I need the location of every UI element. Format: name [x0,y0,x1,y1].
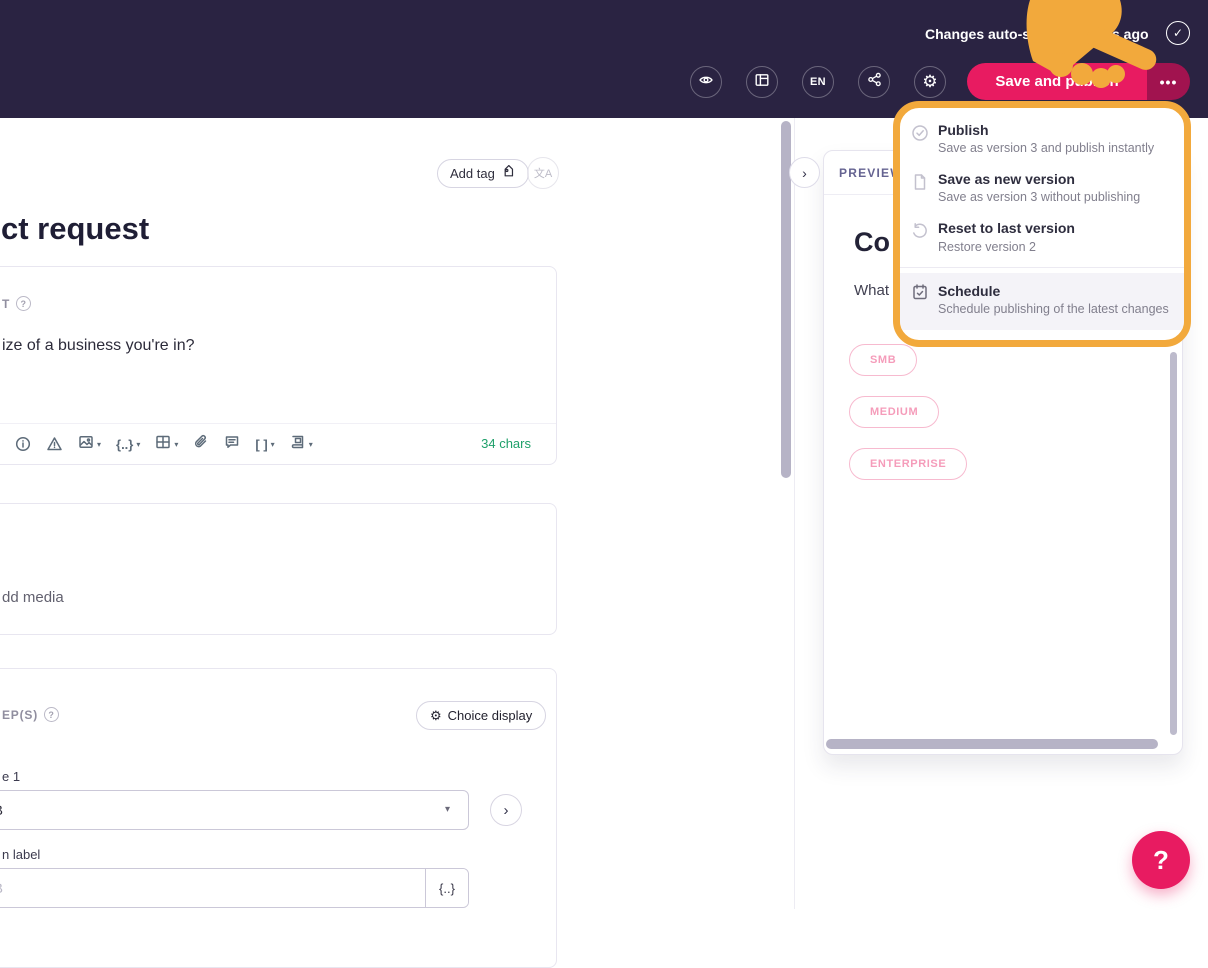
gear-icon: ⚙ [430,707,442,723]
menu-divider [900,266,1184,268]
menu-item-reset-to-last-version[interactable]: Reset to last version Restore version 2 [900,212,1184,261]
translate-icon: 文A [533,168,553,180]
recall-information-button[interactable]: [ ] ▾ [255,437,274,452]
menu-item-save-as-new-version[interactable]: Save as new version Save as version 3 wi… [900,163,1184,212]
image-insert-button[interactable]: ▾ [78,434,101,455]
recall-insert-button[interactable]: {..} [425,869,468,907]
language-button[interactable]: EN [802,66,834,98]
variables-button[interactable]: {..} ▾ [116,437,140,452]
attachment-button[interactable] [193,434,209,455]
media-card: dd media [0,503,557,635]
autosave-status-text: Changes auto-sav [925,26,1046,42]
table-insert-button[interactable]: ▾ [155,434,178,455]
character-count: 34 chars [481,436,531,451]
menu-item-publish[interactable]: Publish Save as version 3 and publish in… [900,114,1184,163]
help-button[interactable]: ? [1132,831,1190,889]
dictionary-icon [290,434,306,455]
save-and-publish-button[interactable]: Save and publish [967,63,1147,100]
brackets-icon: [ ] [255,436,268,452]
comment-icon [224,434,240,455]
preview-vertical-scrollbar[interactable] [1170,352,1177,735]
add-tag-button[interactable]: Add tag [437,159,529,188]
image-icon [78,434,94,455]
expand-choice-button[interactable]: › [490,794,522,826]
chevron-down-icon: ▾ [174,439,179,449]
choices-help-icon[interactable]: ? [44,707,60,722]
gear-icon: ⚙ [922,72,938,91]
tag-icon [501,164,516,183]
main-panel-divider [794,118,795,909]
chevron-down-icon: ▾ [270,439,275,449]
button-label-label: n label [2,847,41,862]
choice-select[interactable]: MB ▾ [0,790,469,830]
choices-card: EP(S) ? ⚙ Choice display e 1 MB ▾ › n la… [0,668,557,968]
survey-title[interactable]: ct request [1,211,149,247]
save-more-options-button[interactable]: ••• [1147,63,1190,100]
choice-row-label: e 1 [2,769,21,784]
button-label-input[interactable]: MB [0,869,425,907]
share-button[interactable] [858,66,890,98]
chevron-down-icon: ▾ [444,804,450,815]
undo-icon [911,222,929,245]
braces-icon: {..} [116,436,134,452]
translate-button[interactable]: 文A [527,157,559,189]
share-icon [867,72,882,92]
chevron-right-icon: › [802,164,807,181]
chevron-down-icon: ▾ [136,439,141,449]
preview-horizontal-scrollbar[interactable] [826,739,1158,749]
language-label: EN [810,76,826,88]
add-media-link[interactable]: dd media [2,589,64,606]
question-help-icon[interactable]: ? [16,296,32,311]
preview-survey-title: Co [854,227,890,257]
preview-question-text: What [854,282,890,299]
preview-choice-enterprise[interactable]: ENTERPRISE [849,448,968,480]
chevron-down-icon: ▾ [308,439,313,449]
layout-icon [754,72,770,93]
preview-choice-medium[interactable]: MEDIUM [849,396,940,428]
question-card: T ? ize of a business you're in? ▾ {..} … [0,266,557,465]
dictionary-button[interactable]: ▾ [290,434,313,455]
choice-select-value: MB [0,802,3,818]
table-icon [155,434,171,455]
rich-text-toolbar: ▾ {..} ▾ ▾ [ ] ▾ ▾ [0,423,556,464]
question-label: T ? [2,296,32,311]
question-text-input[interactable]: ize of a business you're in? [2,337,195,355]
autosave-status-text-suffix: s ago [1112,26,1149,42]
choices-label: EP(S) ? [2,707,60,722]
button-label-input-group: MB {..} [0,868,469,908]
layout-button[interactable] [746,66,778,98]
paperclip-icon [193,434,209,455]
choice-display-button[interactable]: ⚙ Choice display [416,701,547,730]
chevron-down-icon: ▾ [97,439,102,449]
autosave-check-icon: ✓ [1166,21,1190,45]
settings-button[interactable]: ⚙ [914,66,946,98]
comment-button[interactable] [224,434,240,455]
button-label-placeholder: MB [0,880,3,896]
collapse-preview-button[interactable]: › [789,157,820,188]
info-icon[interactable] [15,436,31,452]
eye-icon [697,72,715,93]
calendar-check-icon [911,283,929,306]
check-circle-icon [911,124,929,147]
save-options-menu: Publish Save as version 3 and publish in… [893,101,1191,347]
file-icon [911,173,929,196]
chevron-right-icon: › [503,801,509,819]
preview-choice-smb[interactable]: SMB [849,344,918,376]
warning-icon[interactable] [46,436,63,452]
preview-eye-button[interactable] [690,66,722,98]
menu-item-schedule[interactable]: Schedule Schedule publishing of the late… [900,272,1184,330]
